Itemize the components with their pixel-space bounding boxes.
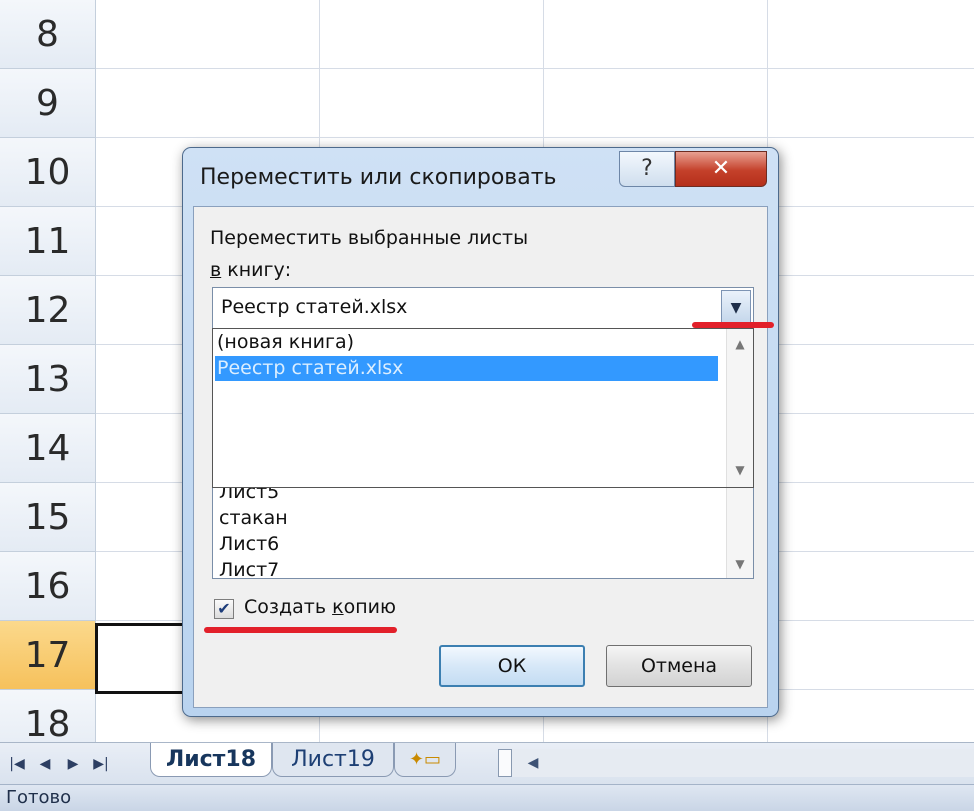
grid-line	[96, 68, 974, 69]
row-header-10[interactable]: 10	[0, 138, 96, 207]
prev-sheet-icon[interactable]: ◀	[34, 753, 56, 775]
accel-letter: в	[210, 259, 222, 281]
ok-button[interactable]: ОК	[439, 645, 585, 687]
create-copy-checkbox[interactable]: ✔	[214, 599, 234, 619]
annotation-underline	[692, 322, 774, 328]
next-sheet-icon[interactable]: ▶	[62, 753, 84, 775]
chevron-down-icon[interactable]: ▼	[721, 290, 751, 326]
horizontal-scrollbar[interactable]	[498, 749, 974, 777]
target-book-value: Реестр статей.xlsx	[221, 296, 408, 318]
create-copy-label-pre: Создать	[244, 596, 333, 618]
create-copy-label-post: опию	[343, 596, 396, 618]
row-header-17[interactable]: 17	[0, 621, 96, 690]
target-book-dropdown[interactable]: (новая книга) Реестр статей.xlsx ▲ ▼	[212, 328, 754, 488]
scroll-down-icon[interactable]: ▼	[727, 463, 753, 477]
insert-sheet-icon[interactable]: ✦▭	[394, 743, 456, 777]
tab-split-handle[interactable]	[498, 749, 512, 777]
row-header-12[interactable]: 12	[0, 276, 96, 345]
row-header-11[interactable]: 11	[0, 207, 96, 276]
status-text: Готово	[6, 787, 72, 808]
first-sheet-icon[interactable]: |◀	[6, 753, 28, 775]
list-item[interactable]: Лист5	[219, 485, 279, 505]
cancel-button[interactable]: Отмена	[606, 645, 752, 687]
dialog-title: Переместить или скопировать	[200, 165, 557, 190]
scroll-down-icon[interactable]: ▼	[727, 557, 753, 571]
to-book-label-text: книгу:	[221, 259, 292, 281]
target-book-combo[interactable]: Реестр статей.xlsx ▼	[212, 287, 754, 329]
move-sheets-label: Переместить выбранные листы	[210, 227, 529, 249]
list-item[interactable]: Лист6	[219, 531, 279, 557]
last-sheet-icon[interactable]: ▶|	[90, 753, 112, 775]
status-bar: Готово	[0, 784, 974, 811]
row-header-15[interactable]: 15	[0, 483, 96, 552]
sheet-tab-active[interactable]: Лист18	[150, 743, 272, 777]
row-header-14[interactable]: 14	[0, 414, 96, 483]
selected-cell[interactable]	[95, 623, 190, 694]
accel-letter: к	[332, 596, 344, 618]
create-copy-label[interactable]: Создать копию	[244, 596, 396, 618]
sheet-tab-bar: |◀ ◀ ▶ ▶| Лист18 Лист19 ✦▭ ◀	[0, 742, 974, 785]
grid-line	[96, 137, 974, 138]
help-button[interactable]: ?	[619, 151, 675, 187]
row-header-8[interactable]: 8	[0, 0, 96, 69]
annotation-underline	[204, 627, 397, 633]
dropdown-option-selected[interactable]: Реестр статей.xlsx	[215, 356, 718, 381]
close-button[interactable]: ✕	[675, 151, 767, 187]
scroll-up-icon[interactable]: ▲	[727, 337, 753, 351]
dropdown-option[interactable]: (новая книга)	[217, 330, 354, 355]
row-header-13[interactable]: 13	[0, 345, 96, 414]
list-item[interactable]: Лист7	[219, 557, 279, 578]
sheet-list[interactable]: Лист5 стакан Лист6 Лист7 ▼	[212, 485, 754, 579]
row-header-9[interactable]: 9	[0, 69, 96, 138]
to-book-label: в книгу:	[210, 259, 291, 281]
row-header-16[interactable]: 16	[0, 552, 96, 621]
dropdown-scrollbar[interactable]: ▲ ▼	[726, 329, 753, 487]
scroll-left-icon[interactable]: ◀	[520, 749, 546, 777]
sheet-tab[interactable]: Лист19	[272, 743, 394, 777]
sheet-list-scrollbar[interactable]: ▼	[726, 485, 753, 578]
list-item[interactable]: стакан	[219, 505, 288, 531]
